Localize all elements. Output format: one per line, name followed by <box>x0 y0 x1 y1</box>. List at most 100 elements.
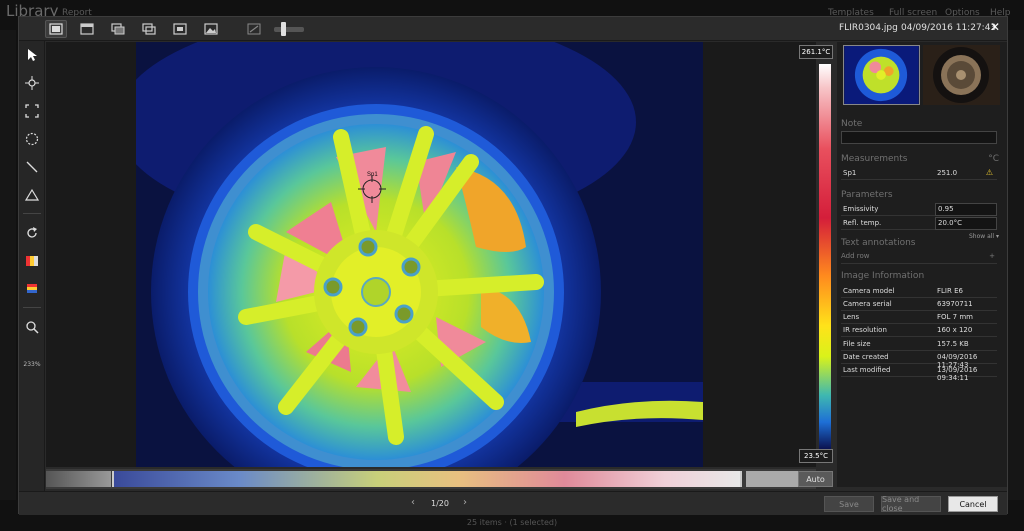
measurement-name: Sp1 <box>843 169 857 177</box>
spot-label[interactable]: Sp1 <box>367 172 378 178</box>
rotate-icon <box>27 227 37 238</box>
box-area-icon <box>25 104 39 118</box>
visual-view-icon <box>80 23 94 35</box>
info-name: Camera model <box>843 287 895 295</box>
save-and-close-button[interactable]: Save and close <box>881 495 941 513</box>
info-name: Lens <box>843 313 860 321</box>
line-tool[interactable] <box>22 157 42 177</box>
save-button[interactable]: Save <box>824 496 874 512</box>
top-toolbar: FLIR0304.jpg 04/09/2016 11:27:43 ✕ <box>19 17 1007 41</box>
circle-tool[interactable] <box>22 129 42 149</box>
parameter-name: Emissivity <box>843 205 879 213</box>
dialog-footer: ‹ 1/20 › Save Save and close Cancel <box>19 491 1007 515</box>
color-bars-icon <box>27 284 37 293</box>
warning-icon: ⚠ <box>985 168 993 177</box>
info-value: 160 x 120 <box>937 326 973 334</box>
info-value: 13/09/2016 09:34:11 <box>937 366 978 382</box>
info-name: Camera serial <box>843 300 892 308</box>
note-header: Note <box>841 119 863 129</box>
circle-area-icon <box>25 132 39 146</box>
measurement-row[interactable]: Sp1 251.0 ⚠ <box>841 167 997 180</box>
measurements-unit: °C <box>988 154 999 164</box>
triangle-icon <box>25 188 39 201</box>
color-distribution-tool[interactable] <box>22 279 42 299</box>
reflected-temp-input[interactable]: 20.0°C <box>935 217 997 230</box>
spot-tool[interactable] <box>22 73 42 93</box>
measurement-value: 251.0 <box>937 169 958 177</box>
image-pager: 1/20 <box>431 499 449 508</box>
box-tool[interactable] <box>22 101 42 121</box>
picture-in-picture-icon <box>173 23 187 35</box>
show-all-link[interactable]: Show all ▾ <box>969 233 999 240</box>
line-icon <box>26 161 38 173</box>
fusion-icon <box>247 23 261 35</box>
magnifier-icon <box>26 321 39 334</box>
thermal-thumbnail[interactable] <box>843 45 920 105</box>
info-row: Camera serial 63970711 <box>841 298 997 311</box>
image-canvas[interactable]: Sp1 <box>46 42 816 467</box>
parameters-header: Parameters <box>841 190 893 200</box>
close-dialog-button[interactable]: ✕ <box>990 20 1000 34</box>
image-info-header: Image Information <box>841 271 925 281</box>
cancel-button[interactable]: Cancel <box>948 496 998 512</box>
palette-gradient-slider[interactable] <box>112 471 742 487</box>
file-date: 04/09/2016 11:27:43 <box>901 23 997 33</box>
tool-strip: 233% <box>19 41 45 491</box>
view-visual-button[interactable] <box>76 20 98 38</box>
info-value: FLIR E6 <box>937 287 963 295</box>
previous-image-button[interactable]: ‹ <box>411 497 415 508</box>
parameter-row: Emissivity 0.95 <box>841 203 997 216</box>
info-row: Last modified 13/09/2016 09:34:11 <box>841 364 997 382</box>
view-photo-button[interactable] <box>200 20 222 38</box>
background-status: 25 items · (1 selected) <box>466 518 558 527</box>
info-row: File size 157.5 KB <box>841 338 997 351</box>
view-pip-button[interactable] <box>169 20 191 38</box>
parameter-name: Refl. temp. <box>843 219 882 227</box>
plus-icon: + <box>989 252 995 260</box>
info-panel: Note Measurements °C Sp1 251.0 ⚠ Paramet… <box>837 42 1007 487</box>
file-name: FLIR0304.jpg <box>839 23 898 33</box>
text-annotations-header: Text annotations <box>841 238 916 248</box>
info-row: Date created 04/09/2016 11:27:43 <box>841 351 997 369</box>
palette-range-bar[interactable] <box>46 469 816 489</box>
view-msx-button[interactable] <box>107 20 129 38</box>
zoom-level: 233% <box>23 361 41 368</box>
info-row: Lens FOL 7 mm <box>841 311 997 324</box>
emissivity-input[interactable]: 0.95 <box>935 203 997 216</box>
select-tool[interactable] <box>22 45 42 65</box>
fusion-slider-track[interactable] <box>274 27 304 32</box>
fusion-slider-thumb[interactable] <box>281 22 286 36</box>
view-blending-button[interactable] <box>138 20 160 38</box>
auto-button[interactable]: Auto <box>798 471 833 487</box>
color-palette-icon <box>26 256 38 266</box>
msx-view-icon <box>111 23 125 35</box>
view-thermal-button[interactable] <box>45 20 67 38</box>
next-image-button[interactable]: › <box>463 497 467 508</box>
rotate-tool[interactable] <box>22 223 42 243</box>
palette-tool[interactable] <box>22 251 42 271</box>
image-editor-dialog: FLIR0304.jpg 04/09/2016 11:27:43 ✕ 233% … <box>18 16 1008 515</box>
info-value: 63970711 <box>937 300 973 308</box>
delta-tool[interactable] <box>22 185 42 205</box>
info-name: Date created <box>843 353 889 361</box>
palette-low-region <box>46 471 111 487</box>
temperature-scale-bar <box>819 64 831 449</box>
scale-max-field[interactable]: 261.1°C <box>799 45 833 59</box>
add-row-label: Add row <box>841 252 870 260</box>
info-value: 157.5 KB <box>937 340 969 348</box>
visual-thumbnail[interactable] <box>923 45 1000 105</box>
background-left-strip <box>0 30 16 500</box>
add-row-button[interactable]: Add row + <box>841 252 997 264</box>
thermal-image[interactable]: Sp1 <box>136 42 703 467</box>
zoom-tool[interactable] <box>22 317 42 337</box>
parameter-row: Refl. temp. 20.0°C <box>841 217 997 230</box>
info-value: FOL 7 mm <box>937 313 973 321</box>
scale-min-field[interactable]: 23.5°C <box>799 449 833 463</box>
thermal-view-icon <box>49 23 63 35</box>
fusion-button[interactable] <box>243 20 265 38</box>
note-input[interactable] <box>841 131 997 144</box>
crosshair-icon <box>25 76 39 90</box>
blending-view-icon <box>142 23 156 35</box>
photo-icon <box>204 23 218 35</box>
info-row: Camera model FLIR E6 <box>841 285 997 298</box>
